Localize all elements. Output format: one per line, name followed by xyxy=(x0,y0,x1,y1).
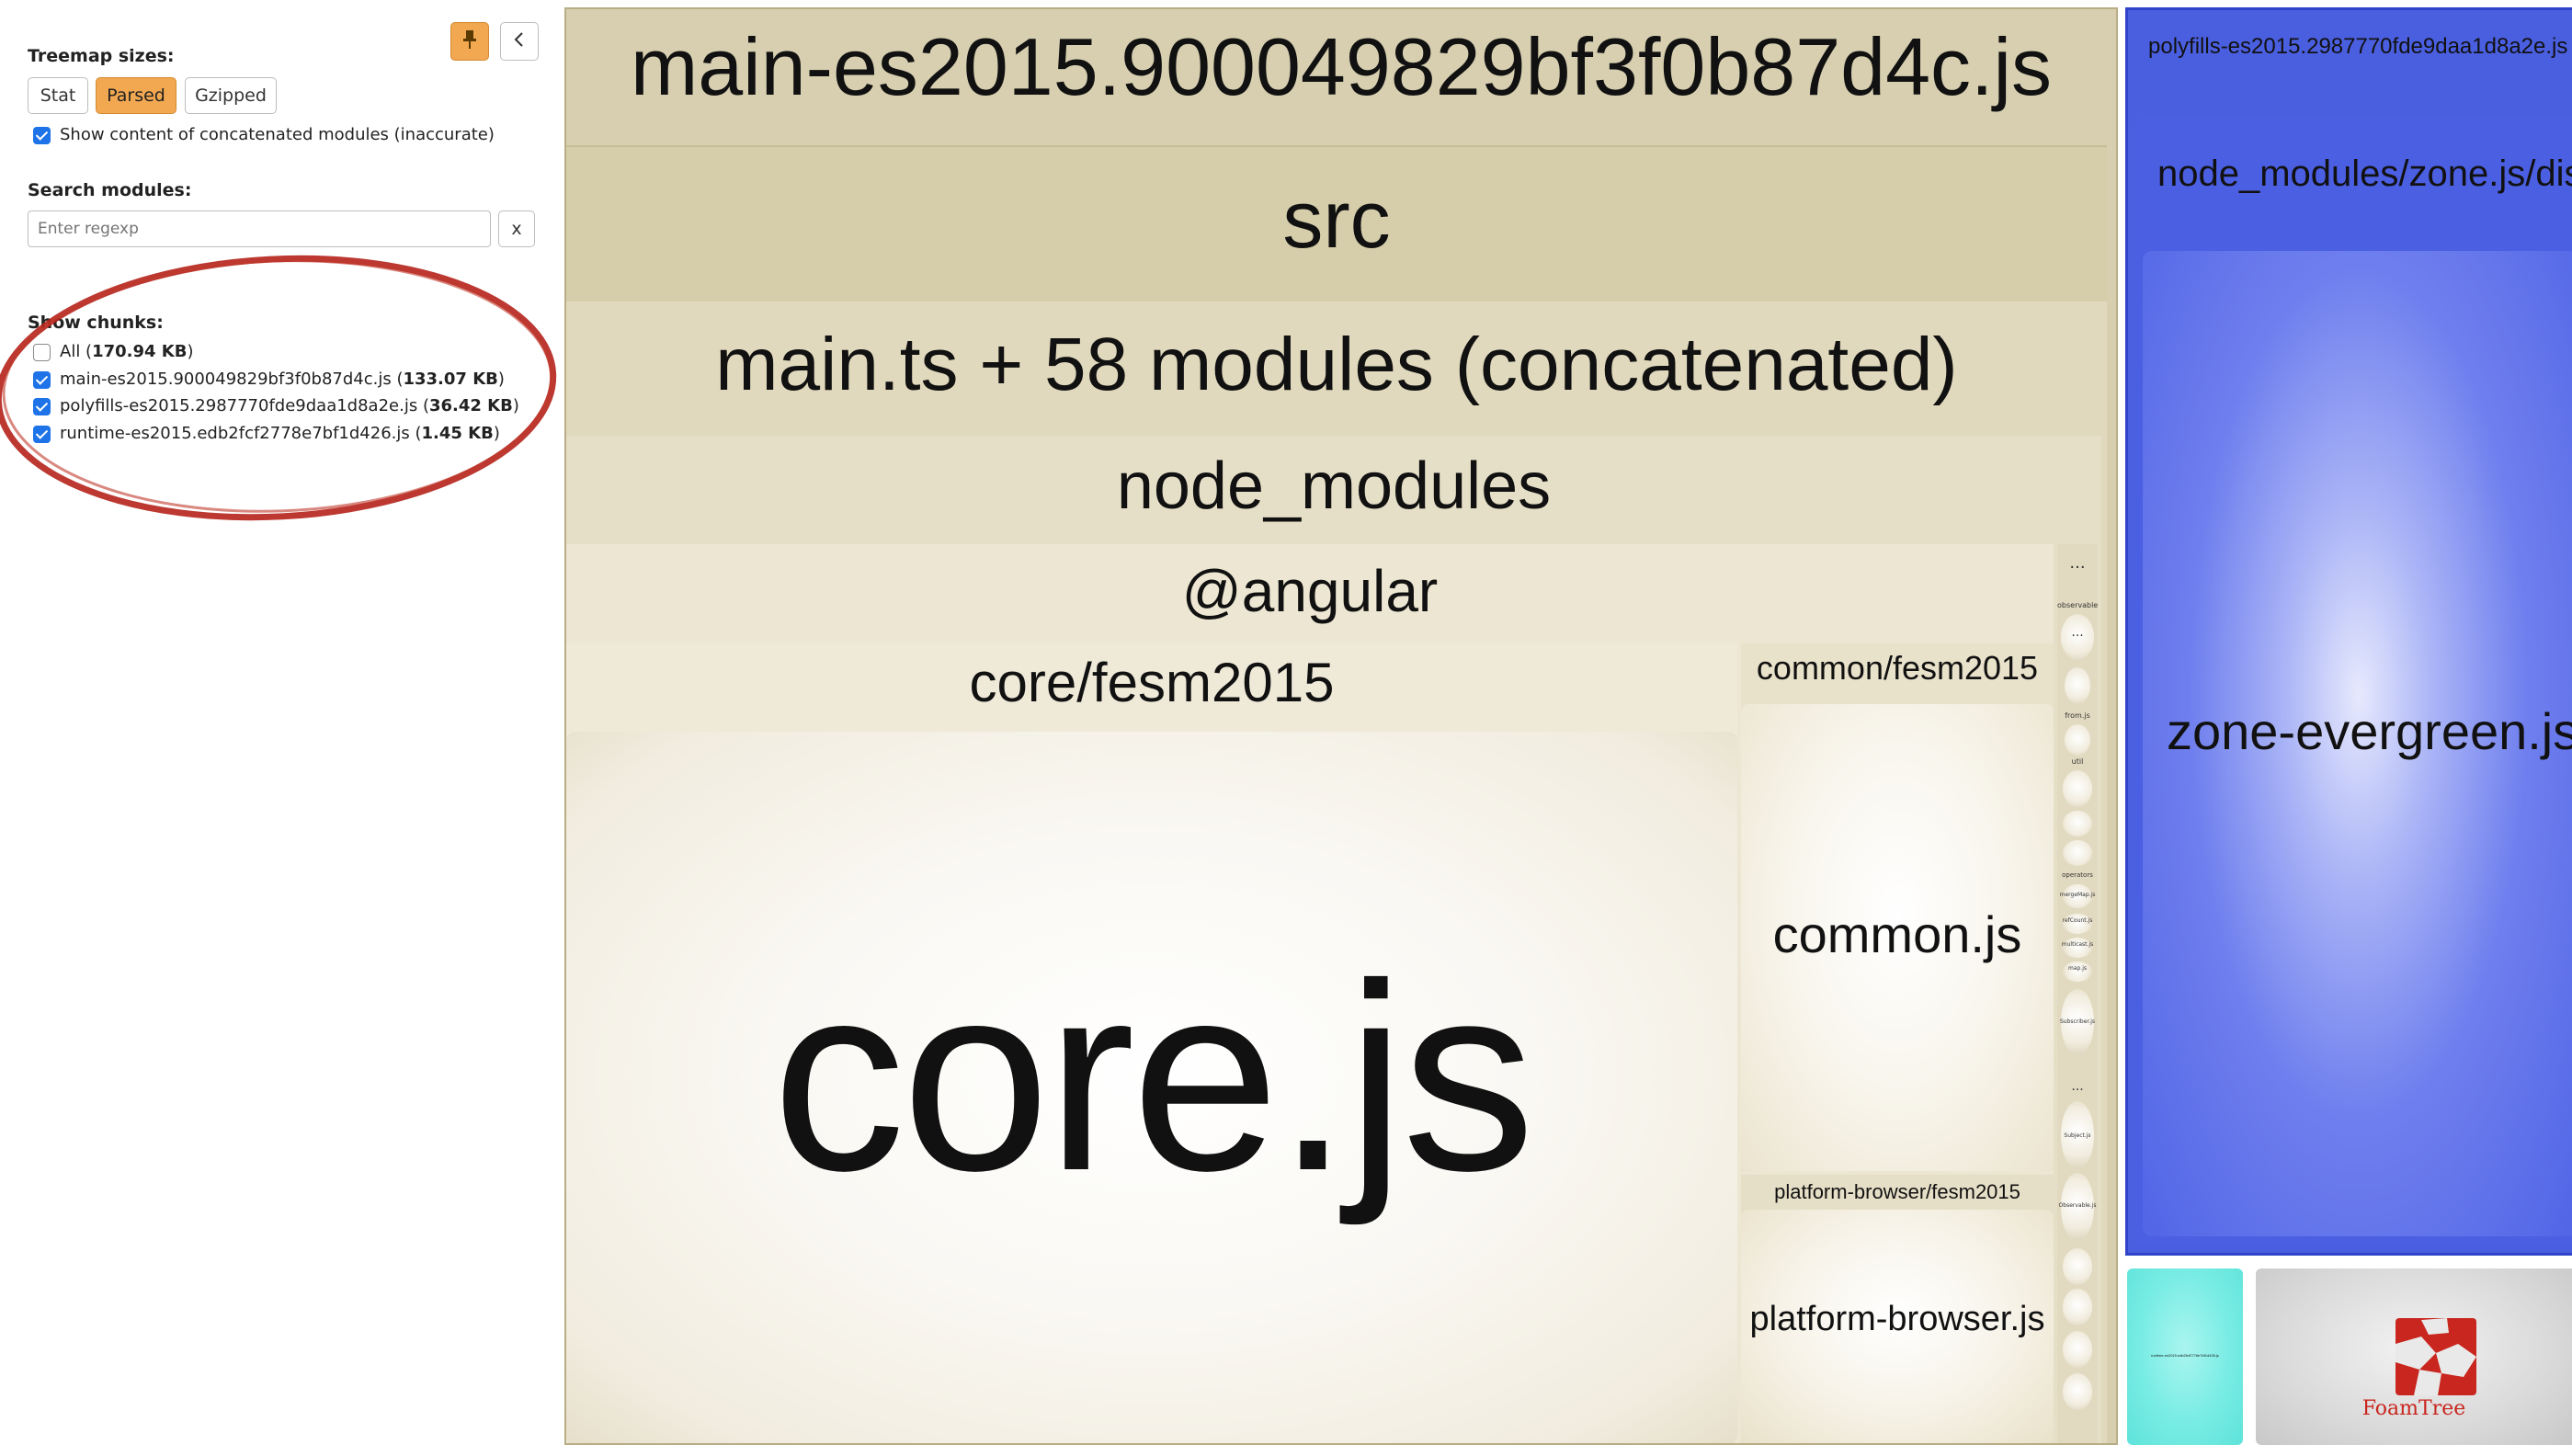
file-common-js-label: common.js xyxy=(1772,905,2022,963)
rx-label: Observable.js xyxy=(2058,1202,2097,1209)
folder-common-fesm2015-label: common/fesm2015 xyxy=(1756,649,2039,687)
foamtree-logo-icon xyxy=(2394,1316,2478,1401)
file-core-js-label: core.js xyxy=(771,928,1535,1226)
foamtree-branding: FoamTree xyxy=(2256,1268,2572,1445)
rx-label: mergeMap.js xyxy=(2059,892,2096,898)
show-concatenated-label: Show content of concatenated modules (in… xyxy=(60,125,495,144)
size-parsed-button[interactable]: Parsed xyxy=(96,77,176,114)
chunk-main[interactable]: main-es2015.900049829bf3f0b87d4c.js src … xyxy=(564,7,2118,1445)
treemap: main-es2015.900049829bf3f0b87d4c.js src … xyxy=(563,0,2572,1456)
file-core-js[interactable]: core.js xyxy=(566,732,1737,1443)
chunk-runtime[interactable]: runtime-es2015.edb2fcf2778e7bf1d426.js xyxy=(2127,1268,2243,1445)
folder-node-modules[interactable]: node_modules @angular core/fesm2015 core… xyxy=(566,436,2101,1443)
more-indicator: ... xyxy=(2069,553,2086,573)
pin-button[interactable] xyxy=(450,22,489,61)
folder-platform-browser-fesm2015[interactable]: platform-browser/fesm2015 platform-brows… xyxy=(1741,1175,2054,1443)
rx-label: Subject.js xyxy=(2064,1132,2091,1139)
collapse-sidebar-button[interactable] xyxy=(500,22,539,61)
search-modules-heading: Search modules: xyxy=(28,180,192,200)
show-concatenated-checkbox[interactable] xyxy=(33,127,51,144)
sidebar: Treemap sizes: Stat Parsed Gzipped Show … xyxy=(0,0,557,1456)
file-platform-browser-js[interactable]: platform-browser.js xyxy=(1741,1210,2054,1443)
size-gzipped-button[interactable]: Gzipped xyxy=(185,77,277,114)
module-concat-label: main.ts + 58 modules (concatenated) xyxy=(715,323,1958,406)
rx-label: operators xyxy=(2062,871,2093,879)
folder-common-fesm2015[interactable]: common/fesm2015 common.js xyxy=(1741,643,2054,1171)
file-zone-evergreen-js-label: zone-evergreen.js xyxy=(2167,702,2572,760)
rx-label: Subscriber.js xyxy=(2059,1018,2096,1025)
folder-angular[interactable]: @angular core/fesm2015 core.js common/fe… xyxy=(566,544,2054,1443)
module-concat[interactable]: main.ts + 58 modules (concatenated) node… xyxy=(566,301,2107,1443)
rx-label: map.js xyxy=(2067,965,2088,972)
chunk-main-title: main-es2015.900049829bf3f0b87d4c.js xyxy=(630,21,2053,112)
annotation-ellipse xyxy=(0,255,557,521)
pin-icon xyxy=(461,28,479,55)
rx-label: observable xyxy=(2057,601,2098,609)
folder-rxjs-column[interactable]: ... observable ... from.js util operator… xyxy=(2057,544,2098,1443)
folder-platform-browser-fesm2015-label: platform-browser/fesm2015 xyxy=(1774,1180,2020,1203)
chunk-polyfills[interactable]: polyfills-es2015.2987770fde9daa1d8a2e.js… xyxy=(2125,7,2572,1256)
folder-zone-dist[interactable]: node_modules/zone.js/dist zone-evergreen… xyxy=(2135,119,2572,1246)
file-zone-evergreen-js[interactable]: zone-evergreen.js xyxy=(2143,251,2572,1236)
folder-angular-label: @angular xyxy=(1181,558,1439,624)
treemap-sizes-heading: Treemap sizes: xyxy=(28,46,175,66)
folder-zone-dist-label: node_modules/zone.js/dist xyxy=(2157,154,2572,194)
file-platform-browser-js-label: platform-browser.js xyxy=(1749,1300,2045,1338)
folder-core-fesm2015[interactable]: core/fesm2015 core.js xyxy=(566,643,1737,1443)
folder-src[interactable]: src main.ts + 58 modules (concatenated) … xyxy=(566,145,2107,1443)
folder-node-modules-label: node_modules xyxy=(1116,449,1552,523)
size-stat-button[interactable]: Stat xyxy=(28,77,88,114)
file-common-js[interactable]: common.js xyxy=(1741,704,2054,1171)
rx-label: util xyxy=(2071,757,2084,766)
chevron-left-icon xyxy=(513,30,526,53)
folder-src-label: src xyxy=(1282,174,1391,265)
folder-core-fesm2015-label: core/fesm2015 xyxy=(969,652,1335,713)
rx-label: refCount.js xyxy=(2062,917,2093,924)
chunk-polyfills-title: polyfills-es2015.2987770fde9daa1d8a2e.js xyxy=(2148,34,2568,59)
rx-label: from.js xyxy=(2065,711,2090,720)
rx-label: multicast.js xyxy=(2061,941,2094,948)
chunk-runtime-title: runtime-es2015.edb2fcf2778e7bf1d426.js xyxy=(2151,1353,2219,1358)
foamtree-wordmark: FoamTree xyxy=(2361,1397,2466,1420)
